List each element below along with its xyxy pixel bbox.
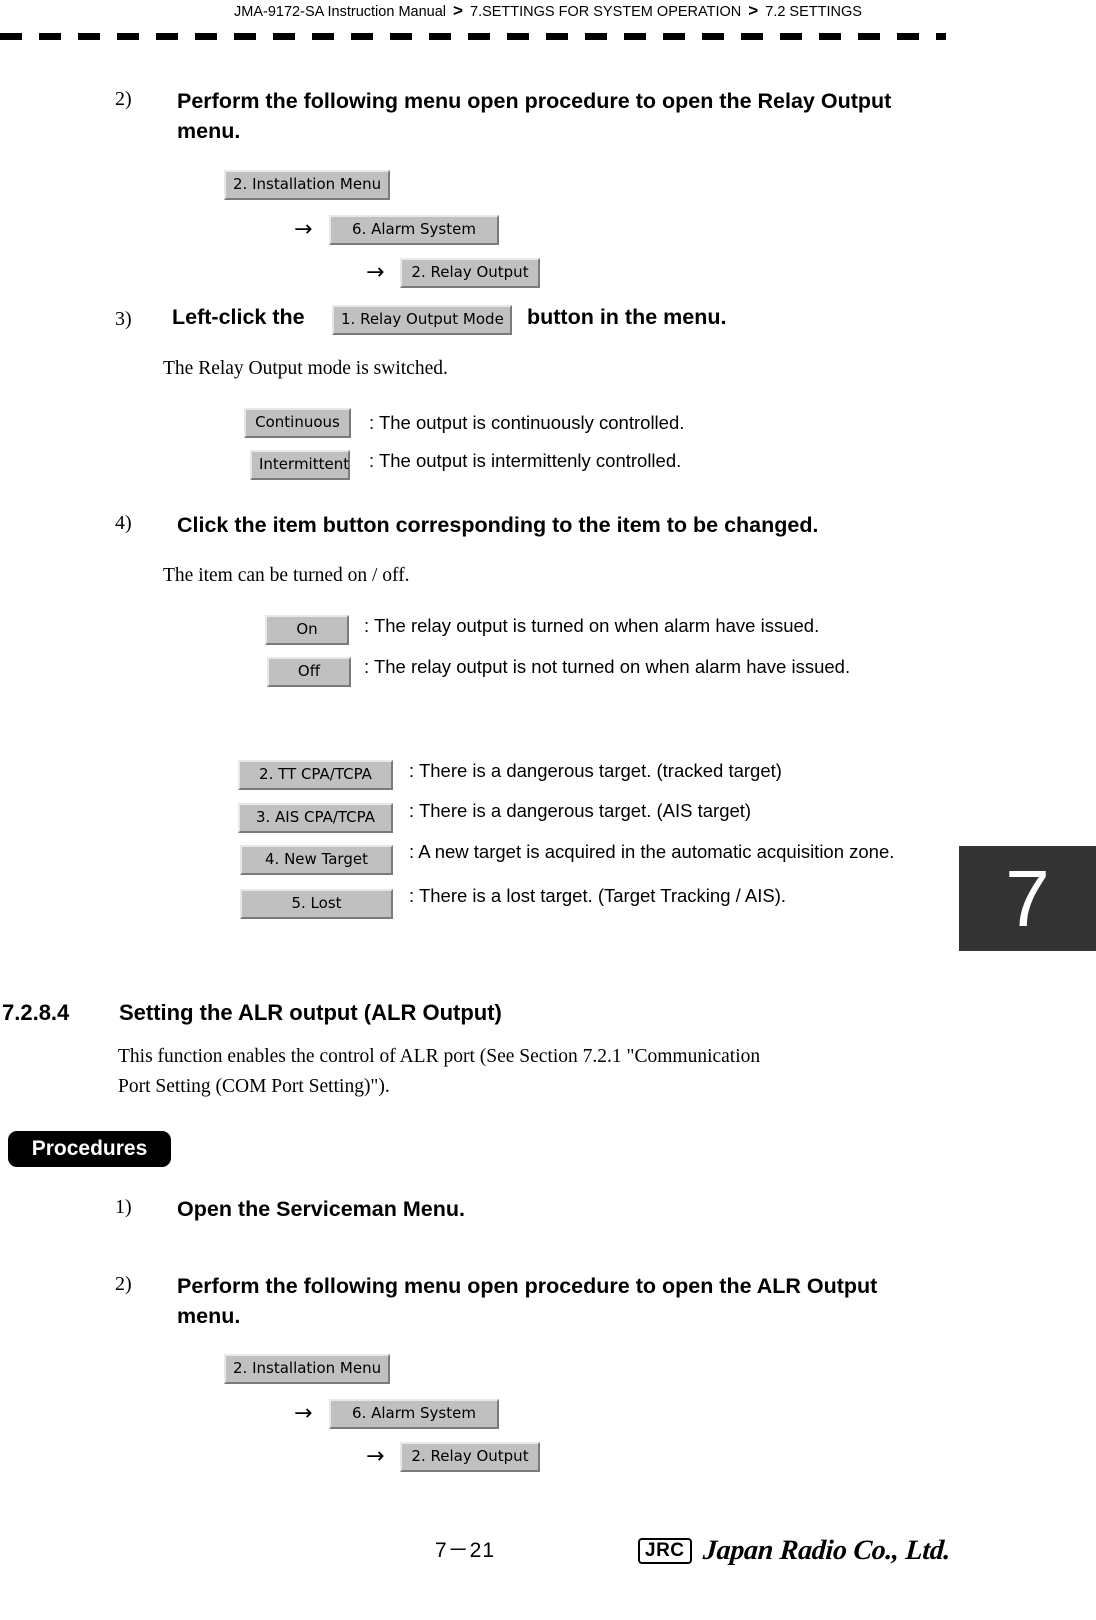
item-button-ais-cpa-tcpa[interactable]: 3. AIS CPA/TCPA xyxy=(238,803,393,833)
header-separator-1: > xyxy=(453,1,463,20)
alr-menu-button-alarm-system[interactable]: 6. Alarm System xyxy=(329,1399,499,1429)
mode-description-continuous: : The output is continuously controlled. xyxy=(369,412,685,433)
step-4-text: Click the item button corresponding to t… xyxy=(177,513,819,537)
procedure-step-1-text: Open the Serviceman Menu. xyxy=(177,1197,465,1221)
page-number: 7－21 xyxy=(434,1539,496,1562)
jrc-logo: JRC Japan Radio Co., Ltd. xyxy=(638,1534,951,1568)
running-header: JMA-9172-SA Instruction Manual > 7.SETTI… xyxy=(0,0,1096,22)
item-button-on[interactable]: On xyxy=(265,615,349,645)
header-dashed-rule xyxy=(0,33,946,40)
step-4-note: The item can be turned on / off. xyxy=(163,565,410,586)
item-button-new-target[interactable]: 4. New Target xyxy=(240,845,393,875)
menu-button-installation-menu[interactable]: 2. Installation Menu xyxy=(224,170,390,200)
step-3-number: 3) xyxy=(115,308,132,330)
procedure-step-2-number: 2) xyxy=(115,1273,132,1295)
menu-chain-arrow-1: → xyxy=(294,217,313,242)
menu-button-alarm-system[interactable]: 6. Alarm System xyxy=(329,215,499,245)
mode-button-continuous[interactable]: Continuous xyxy=(244,408,351,438)
alr-menu-chain-arrow-1: → xyxy=(294,1401,313,1426)
item-description-off: : The relay output is not turned on when… xyxy=(364,656,851,677)
alr-menu-button-relay-output[interactable]: 2. Relay Output xyxy=(400,1442,540,1472)
item-description-new-target: : A new target is acquired in the automa… xyxy=(409,841,895,862)
section-number: 7.2.8.4 xyxy=(2,1000,70,1025)
procedure-step-2-text: Perform the following menu open procedur… xyxy=(177,1274,878,1328)
mode-description-intermittent: : The output is intermittenly controlled… xyxy=(369,450,682,471)
header-separator-2: > xyxy=(748,1,759,20)
item-description-lost: : There is a lost target. (Target Tracki… xyxy=(409,885,787,906)
step-3-note: The Relay Output mode is switched. xyxy=(163,358,448,379)
step-2-number: 2) xyxy=(115,88,132,110)
alr-menu-button-installation-menu[interactable]: 2. Installation Menu xyxy=(224,1354,390,1384)
section-body-line-1: This function enables the control of ALR… xyxy=(118,1046,761,1067)
step-3-tail-text: button in the menu. xyxy=(527,305,727,329)
item-button-off[interactable]: Off xyxy=(267,657,351,687)
procedures-badge: Procedures xyxy=(8,1131,171,1167)
jrc-logo-wordmark: Japan Radio Co., Ltd. xyxy=(701,1535,951,1566)
menu-chain-arrow-2: → xyxy=(366,260,385,285)
header-section: 7.2 SETTINGS xyxy=(765,4,862,20)
item-description-ais-cpa-tcpa: : There is a dangerous target. (AIS targ… xyxy=(409,800,752,821)
chapter-tab: 7 xyxy=(959,846,1096,951)
item-description-tt-cpa-tcpa: : There is a dangerous target. (tracked … xyxy=(409,760,782,781)
step-4-number: 4) xyxy=(115,512,132,534)
mode-button-intermittent[interactable]: Intermittent xyxy=(250,450,350,480)
step-2-text: Perform the following menu open procedur… xyxy=(177,89,892,143)
item-button-tt-cpa-tcpa[interactable]: 2. TT CPA/TCPA xyxy=(238,760,393,790)
procedure-step-1-number: 1) xyxy=(115,1196,132,1218)
item-description-on: : The relay output is turned on when ala… xyxy=(364,615,820,636)
header-manual-title: JMA-9172-SA Instruction Manual xyxy=(234,4,446,20)
alr-menu-chain-arrow-2: → xyxy=(366,1444,385,1469)
header-chapter: 7.SETTINGS FOR SYSTEM OPERATION xyxy=(470,4,742,20)
step-3-lead-text: Left-click the xyxy=(172,305,305,329)
inline-button-relay-output-mode[interactable]: 1. Relay Output Mode xyxy=(332,305,512,335)
section-title: Setting the ALR output (ALR Output) xyxy=(119,1000,502,1025)
menu-button-relay-output[interactable]: 2. Relay Output xyxy=(400,258,540,288)
item-button-lost[interactable]: 5. Lost xyxy=(240,889,393,919)
jrc-logo-mark: JRC xyxy=(638,1537,692,1565)
section-body-line-2: Port Setting (COM Port Setting)"). xyxy=(118,1076,390,1097)
